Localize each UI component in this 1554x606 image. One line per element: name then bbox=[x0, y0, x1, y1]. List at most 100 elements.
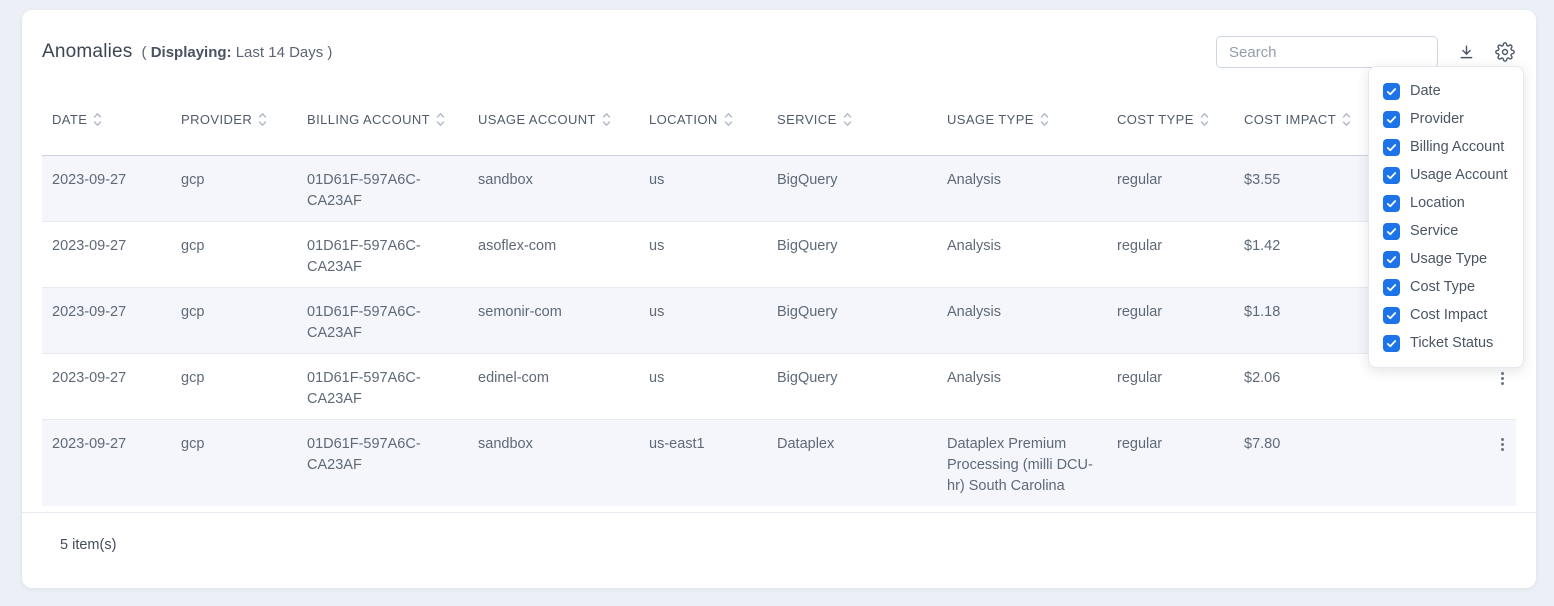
settings-button[interactable] bbox=[1494, 41, 1516, 63]
checkbox-checked[interactable] bbox=[1383, 83, 1400, 100]
checkbox-checked[interactable] bbox=[1383, 251, 1400, 268]
column-header-label: USAGE ACCOUNT bbox=[478, 112, 596, 127]
cell-cost-type: regular bbox=[1107, 288, 1234, 354]
cell-provider: gcp bbox=[171, 222, 297, 288]
checkbox-checked[interactable] bbox=[1383, 167, 1400, 184]
checkmark-icon bbox=[1386, 310, 1397, 321]
row-actions-button[interactable] bbox=[1497, 434, 1508, 455]
cell-billing-account: 01D61F-597A6C-CA23AF bbox=[297, 222, 468, 288]
column-menu-item-label: Billing Account bbox=[1410, 139, 1504, 155]
checkbox-checked[interactable] bbox=[1383, 195, 1400, 212]
column-menu-item-label: Provider bbox=[1410, 111, 1464, 127]
checkbox-checked[interactable] bbox=[1383, 139, 1400, 156]
column-header-cost-impact[interactable]: COST IMPACT bbox=[1234, 78, 1370, 156]
sort-icon bbox=[1200, 112, 1209, 127]
cell-cost-type: regular bbox=[1107, 222, 1234, 288]
column-header-date[interactable]: DATE bbox=[42, 78, 171, 156]
cell-cost-impact: $3.55 bbox=[1234, 156, 1370, 222]
column-header-label: BILLING ACCOUNT bbox=[307, 112, 430, 127]
cell-usage-type: Dataplex Premium Processing (milli DCU-h… bbox=[937, 420, 1107, 507]
column-menu-item-cost-impact[interactable]: Cost Impact bbox=[1369, 301, 1523, 329]
checkmark-icon bbox=[1386, 114, 1397, 125]
cell-actions bbox=[1370, 420, 1516, 507]
cell-date: 2023-09-27 bbox=[42, 420, 171, 507]
column-header-label: LOCATION bbox=[649, 112, 718, 127]
column-header-billing-account[interactable]: BILLING ACCOUNT bbox=[297, 78, 468, 156]
sort-icon bbox=[843, 112, 852, 127]
column-header-cost-type[interactable]: COST TYPE bbox=[1107, 78, 1234, 156]
title-wrap: Anomalies ( Displaying: Last 14 Days ) bbox=[42, 41, 332, 63]
cell-usage-account: semonir-com bbox=[468, 288, 639, 354]
cell-usage-account: edinel-com bbox=[468, 354, 639, 420]
cell-billing-account: 01D61F-597A6C-CA23AF bbox=[297, 288, 468, 354]
checkbox-checked[interactable] bbox=[1383, 111, 1400, 128]
download-button[interactable] bbox=[1455, 41, 1477, 63]
anomalies-card: Anomalies ( Displaying: Last 14 Days ) D… bbox=[22, 10, 1536, 588]
column-header-label: PROVIDER bbox=[181, 112, 252, 127]
checkmark-icon bbox=[1386, 86, 1397, 97]
cell-location: us bbox=[639, 222, 767, 288]
cell-usage-type: Analysis bbox=[937, 288, 1107, 354]
page-subtitle: ( Displaying: Last 14 Days ) bbox=[142, 44, 333, 61]
cell-cost-type: regular bbox=[1107, 420, 1234, 507]
cell-cost-impact: $2.06 bbox=[1234, 354, 1370, 420]
row-actions-button[interactable] bbox=[1497, 368, 1508, 389]
cell-provider: gcp bbox=[171, 354, 297, 420]
column-header-label: COST IMPACT bbox=[1244, 112, 1336, 127]
checkbox-checked[interactable] bbox=[1383, 307, 1400, 324]
anomalies-table: DATE PROVIDER BILLING ACCOUNT USAGE ACCOUNT… bbox=[42, 78, 1516, 506]
cell-location: us bbox=[639, 156, 767, 222]
checkmark-icon bbox=[1386, 170, 1397, 181]
checkmark-icon bbox=[1386, 282, 1397, 293]
sort-icon bbox=[1040, 112, 1049, 127]
column-header-usage-type[interactable]: USAGE TYPE bbox=[937, 78, 1107, 156]
cell-cost-impact: $7.80 bbox=[1234, 420, 1370, 507]
column-header-usage-account[interactable]: USAGE ACCOUNT bbox=[468, 78, 639, 156]
sort-icon bbox=[258, 112, 267, 127]
cell-provider: gcp bbox=[171, 420, 297, 507]
checkmark-icon bbox=[1386, 254, 1397, 265]
column-header-service[interactable]: SERVICE bbox=[767, 78, 937, 156]
column-menu-item-usage-type[interactable]: Usage Type bbox=[1369, 245, 1523, 273]
cell-billing-account: 01D61F-597A6C-CA23AF bbox=[297, 354, 468, 420]
cell-service: BigQuery bbox=[767, 354, 937, 420]
cell-date: 2023-09-27 bbox=[42, 354, 171, 420]
column-menu-item-location[interactable]: Location bbox=[1369, 189, 1523, 217]
checkmark-icon bbox=[1386, 142, 1397, 153]
column-header-location[interactable]: LOCATION bbox=[639, 78, 767, 156]
cell-provider: gcp bbox=[171, 156, 297, 222]
column-menu-item-label: Location bbox=[1410, 195, 1465, 211]
column-header-label: SERVICE bbox=[777, 112, 837, 127]
search-input[interactable] bbox=[1216, 36, 1438, 68]
table-footer: 5 item(s) bbox=[22, 512, 1536, 588]
checkbox-checked[interactable] bbox=[1383, 223, 1400, 240]
cell-billing-account: 01D61F-597A6C-CA23AF bbox=[297, 420, 468, 507]
cell-service: BigQuery bbox=[767, 222, 937, 288]
column-menu-item-service[interactable]: Service bbox=[1369, 217, 1523, 245]
column-menu-item-label: Date bbox=[1410, 83, 1441, 99]
sort-icon bbox=[1342, 112, 1351, 127]
column-menu-item-label: Ticket Status bbox=[1410, 335, 1493, 351]
cell-usage-account: sandbox bbox=[468, 420, 639, 507]
checkmark-icon bbox=[1386, 226, 1397, 237]
column-menu-item-usage-account[interactable]: Usage Account bbox=[1369, 161, 1523, 189]
cell-cost-type: regular bbox=[1107, 354, 1234, 420]
column-menu-item-ticket-status[interactable]: Ticket Status bbox=[1369, 329, 1523, 357]
cell-usage-account: asoflex-com bbox=[468, 222, 639, 288]
column-menu-item-provider[interactable]: Provider bbox=[1369, 105, 1523, 133]
sort-icon bbox=[93, 112, 102, 127]
checkbox-checked[interactable] bbox=[1383, 279, 1400, 296]
cell-cost-impact: $1.42 bbox=[1234, 222, 1370, 288]
column-menu-item-date[interactable]: Date bbox=[1369, 77, 1523, 105]
kebab-icon bbox=[1501, 438, 1504, 451]
column-menu-item-label: Usage Type bbox=[1410, 251, 1487, 267]
checkmark-icon bbox=[1386, 338, 1397, 349]
page-title: Anomalies bbox=[42, 41, 133, 63]
column-menu-item-billing-account[interactable]: Billing Account bbox=[1369, 133, 1523, 161]
column-menu-item-label: Cost Impact bbox=[1410, 307, 1487, 323]
checkbox-checked[interactable] bbox=[1383, 335, 1400, 352]
column-header-label: COST TYPE bbox=[1117, 112, 1194, 127]
cell-cost-type: regular bbox=[1107, 156, 1234, 222]
column-menu-item-cost-type[interactable]: Cost Type bbox=[1369, 273, 1523, 301]
column-header-provider[interactable]: PROVIDER bbox=[171, 78, 297, 156]
